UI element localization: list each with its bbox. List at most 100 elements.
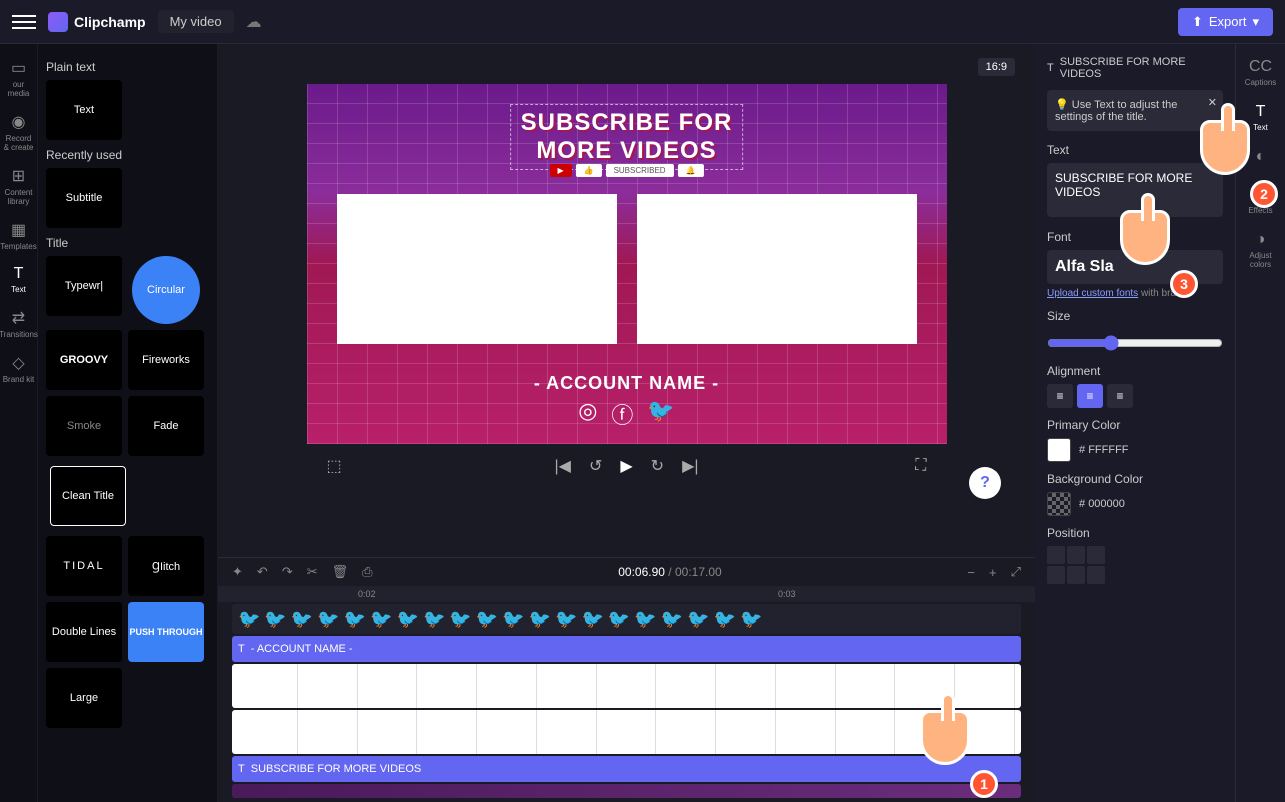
rr-filters[interactable]: ◐: [1254, 142, 1268, 174]
timeline-area: ✦ ↶ ↷ ✂ 🗑 ⎙ 00:06.90 / 00:17.00 − + ⤢ 0:…: [218, 557, 1035, 802]
label-size: Size: [1047, 309, 1223, 323]
rail-text[interactable]: TText: [0, 259, 37, 300]
label-font: Font: [1047, 230, 1223, 244]
forward-icon[interactable]: ↻: [651, 456, 664, 476]
align-center-button[interactable]: ≡: [1077, 384, 1103, 408]
delete-icon[interactable]: 🗑: [332, 564, 349, 580]
templates-icon: ▦: [11, 220, 26, 240]
preview-wrap: 16:9 SUBSCRIBE FOR MORE VIDEOS ▶ 👍 SUBSC…: [218, 44, 1035, 557]
pos-ml[interactable]: [1047, 566, 1065, 584]
transitions-icon: ⇄: [12, 308, 25, 328]
pos-tc[interactable]: [1067, 546, 1085, 564]
video-title-input[interactable]: My video: [158, 10, 234, 33]
play-icon[interactable]: ▶: [620, 456, 632, 476]
close-tip-icon[interactable]: ✕: [1208, 96, 1217, 109]
magic-icon[interactable]: ✦: [232, 564, 243, 580]
crop-icon[interactable]: ⬚: [327, 456, 342, 476]
preset-fade[interactable]: Fade: [128, 396, 204, 456]
instagram-icon: ◎: [578, 398, 597, 430]
track-media-1[interactable]: [232, 664, 1021, 708]
track-media-2[interactable]: [232, 710, 1021, 754]
fullscreen-icon[interactable]: ⛶: [915, 457, 926, 475]
filters-icon: ◐: [1256, 148, 1266, 166]
placeholder-right: [637, 194, 917, 344]
primary-color-hex: # FFFFFF: [1079, 444, 1129, 456]
menu-button[interactable]: [12, 10, 36, 34]
lightbulb-icon: 💡: [1055, 99, 1069, 111]
timeline-ruler[interactable]: 0:02 0:03: [218, 586, 1035, 602]
rr-effects[interactable]: ✦Effects: [1246, 178, 1274, 221]
facebook-icon: ⓕ: [611, 398, 633, 430]
rail-content-library[interactable]: ⊞Content library: [0, 160, 37, 212]
preset-subtitle[interactable]: Subtitle: [46, 168, 122, 228]
rr-adjust-colors[interactable]: ◑Adjust colors: [1236, 225, 1285, 275]
align-left-button[interactable]: ≡: [1047, 384, 1073, 408]
bg-color-swatch[interactable]: [1047, 492, 1071, 516]
like-icon: 👍: [576, 164, 602, 177]
pos-tr[interactable]: [1087, 546, 1105, 564]
preset-tidal[interactable]: TIDAL: [46, 536, 122, 596]
skip-back-icon[interactable]: |◀: [554, 456, 570, 476]
rewind-icon[interactable]: ↺: [589, 456, 602, 476]
preset-typewriter[interactable]: Typewr|: [46, 256, 122, 316]
rr-text[interactable]: TText: [1251, 97, 1270, 138]
text-type-icon: T: [1047, 62, 1054, 74]
preview-title-text[interactable]: SUBSCRIBE FOR MORE VIDEOS: [510, 104, 744, 170]
rail-transitions[interactable]: ⇄Transitions: [0, 302, 37, 345]
export-button[interactable]: ⬆ Export ▾: [1178, 8, 1273, 36]
zoom-out-icon[interactable]: −: [967, 565, 975, 580]
right-rail: CCCaptions TText ◐ ✦Effects ◑Adjust colo…: [1235, 44, 1285, 802]
fit-icon[interactable]: ⤢: [1011, 564, 1021, 580]
rail-record[interactable]: ◉Record & create: [0, 106, 37, 158]
undo-icon[interactable]: ↶: [257, 564, 268, 580]
preset-fireworks[interactable]: Fireworks: [128, 330, 204, 390]
rr-captions[interactable]: CCCaptions: [1243, 52, 1279, 93]
video-preview[interactable]: SUBSCRIBE FOR MORE VIDEOS ▶ 👍 SUBSCRIBED…: [307, 84, 947, 444]
redo-icon[interactable]: ↷: [282, 564, 293, 580]
media-icon: ▭: [11, 58, 26, 78]
zoom-in-icon[interactable]: +: [989, 565, 997, 580]
preset-large[interactable]: Large: [46, 668, 122, 728]
brand-icon: ◇: [12, 353, 24, 373]
align-right-button[interactable]: ≡: [1107, 384, 1133, 408]
preset-push-through[interactable]: PUSH THROUGH: [128, 602, 204, 662]
font-selector[interactable]: Alfa Sla: [1047, 250, 1223, 284]
pos-tl[interactable]: [1047, 546, 1065, 564]
track-text-subscribe[interactable]: T SUBSCRIBE FOR MORE VIDEOS: [232, 756, 1021, 782]
section-title: Title: [46, 236, 209, 250]
skip-forward-icon[interactable]: ▶|: [682, 456, 698, 476]
pos-mr[interactable]: [1087, 566, 1105, 584]
preset-text[interactable]: Text: [46, 80, 122, 140]
label-primary-color: Primary Color: [1047, 418, 1223, 432]
track-text-account[interactable]: T - ACCOUNT NAME -: [232, 636, 1021, 662]
track-background-video[interactable]: [232, 784, 1021, 798]
size-slider[interactable]: [1047, 335, 1223, 351]
rail-templates[interactable]: ▦Templates: [0, 214, 37, 257]
preset-glitch[interactable]: ꞬIitch: [128, 536, 204, 596]
preset-clean-title[interactable]: Clean Title: [50, 466, 126, 526]
library-icon: ⊞: [12, 166, 25, 186]
left-rail: ▭our media ◉Record & create ⊞Content lib…: [0, 44, 38, 802]
rail-your-media[interactable]: ▭our media: [0, 52, 37, 104]
primary-color-swatch[interactable]: [1047, 438, 1071, 462]
track-social[interactable]: 🐦🐦🐦🐦🐦🐦🐦🐦🐦🐦🐦🐦🐦🐦🐦🐦🐦🐦🐦🐦: [232, 604, 1021, 634]
help-button[interactable]: ?: [969, 467, 1001, 499]
record-icon: ◉: [12, 112, 26, 132]
upload-fonts-link[interactable]: Upload custom fonts: [1047, 288, 1138, 299]
cut-icon[interactable]: ✂: [307, 564, 318, 580]
aspect-ratio-badge[interactable]: 16:9: [978, 58, 1015, 76]
alignment-group: ≡ ≡ ≡: [1047, 384, 1223, 408]
preset-circular[interactable]: Circular: [132, 256, 200, 324]
brand[interactable]: Clipchamp: [48, 12, 146, 32]
text-content-input[interactable]: [1047, 163, 1223, 217]
youtube-icon: ▶: [549, 164, 571, 177]
timeline-toolbar: ✦ ↶ ↷ ✂ 🗑 ⎙ 00:06.90 / 00:17.00 − + ⤢: [218, 558, 1035, 586]
preset-double-lines[interactable]: Double Lines: [46, 602, 122, 662]
account-name-text[interactable]: - ACCOUNT NAME -: [534, 373, 719, 394]
split-icon[interactable]: ⎙: [362, 564, 372, 580]
preset-groovy[interactable]: GROOVY: [46, 330, 122, 390]
bg-color-hex: # 000000: [1079, 498, 1125, 510]
preset-smoke[interactable]: Smoke: [46, 396, 122, 456]
pos-mc[interactable]: [1067, 566, 1085, 584]
rail-brand-kit[interactable]: ◇Brand kit: [0, 347, 37, 390]
